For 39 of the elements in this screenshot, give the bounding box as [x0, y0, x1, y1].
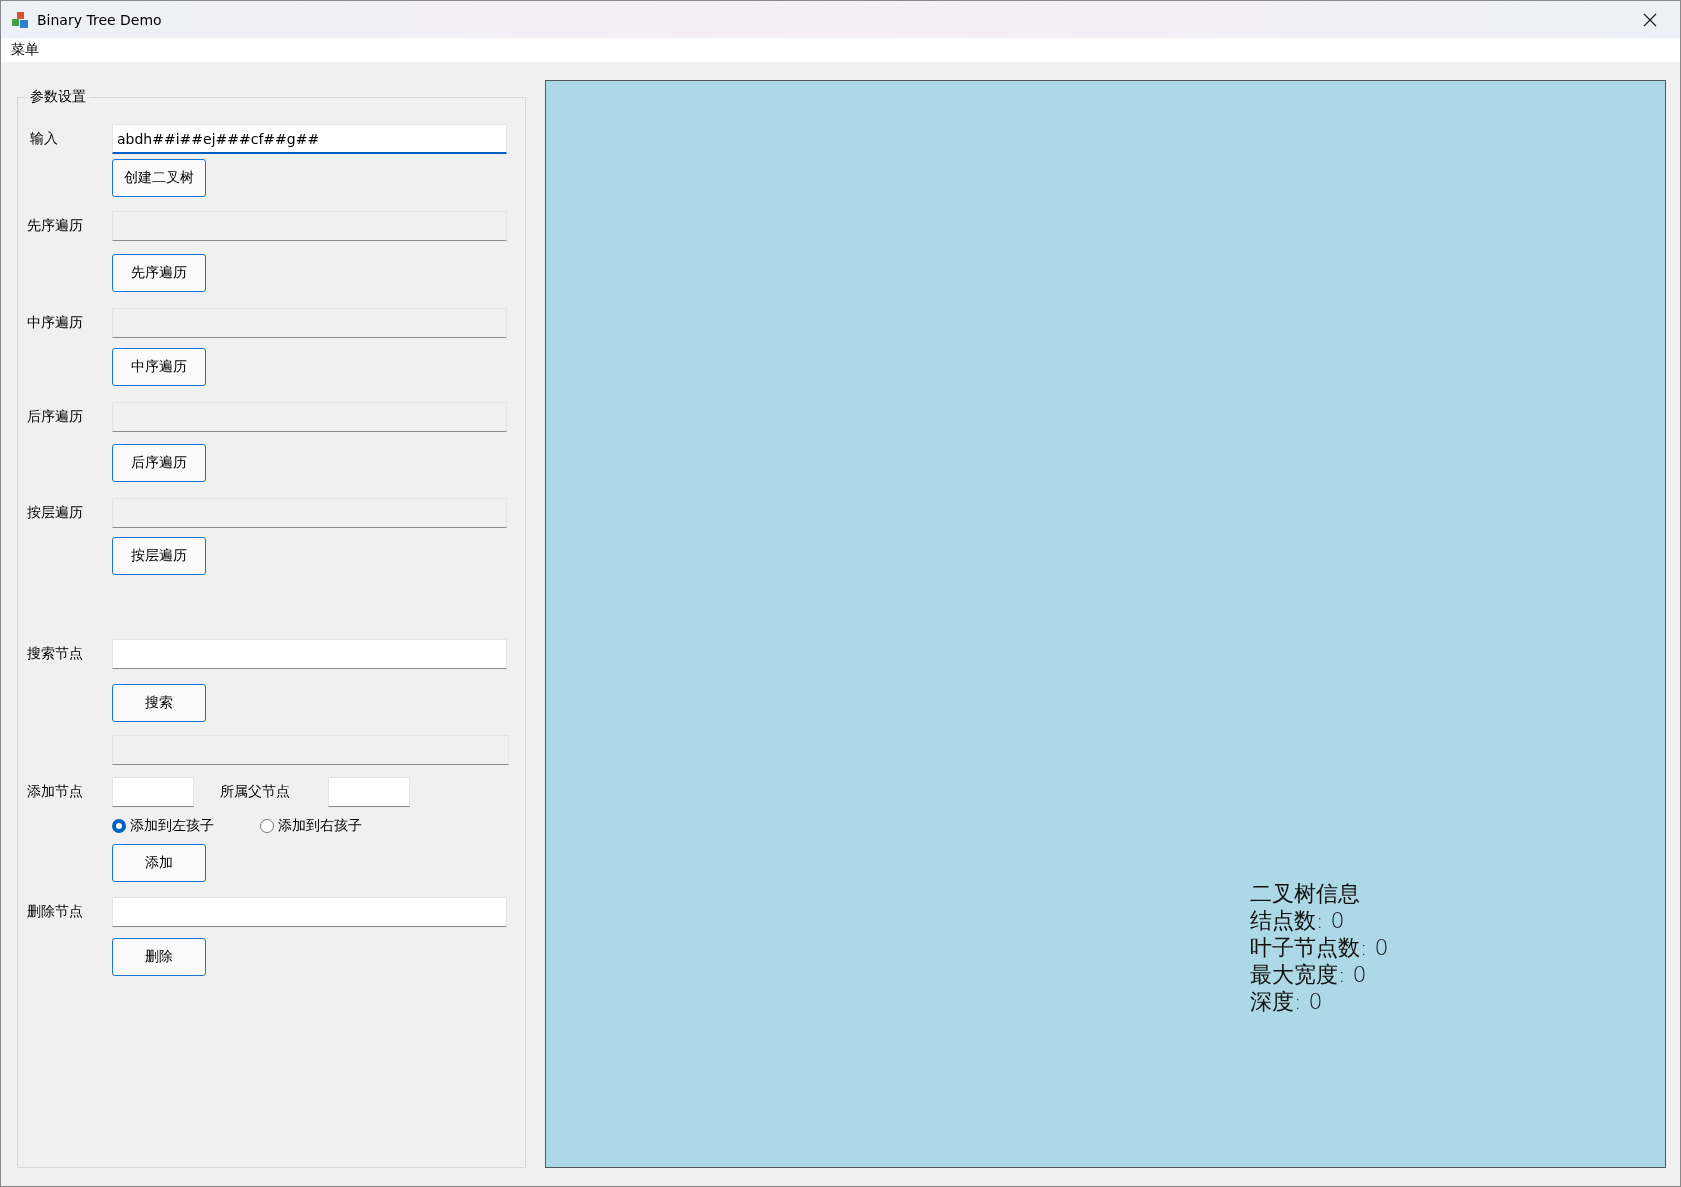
field-label: 添加节点 — [27, 783, 84, 801]
search-field[interactable] — [112, 639, 507, 669]
field-label: 后序遍历 — [27, 408, 84, 426]
field-label: 所属父节点 — [220, 783, 291, 801]
output-field[interactable] — [112, 498, 507, 528]
search-result-field[interactable] — [112, 735, 509, 765]
add-button[interactable]: 添加 — [112, 844, 206, 882]
info-title: 二叉树信息 — [1250, 880, 1361, 907]
traversal-button[interactable]: 按层遍历 — [112, 537, 206, 575]
output-field[interactable] — [112, 211, 507, 241]
info-line: 结点数: 0 — [1250, 907, 1346, 934]
info-line: 最大宽度: 0 — [1250, 961, 1368, 988]
field-label: 删除节点 — [27, 903, 84, 921]
info-line: 深度: 0 — [1250, 988, 1324, 1015]
output-field[interactable] — [112, 308, 507, 338]
node-value-field[interactable] — [112, 777, 194, 807]
menu-item[interactable]: 菜单 — [9, 41, 41, 59]
delete-button[interactable]: 删除 — [112, 938, 206, 976]
close-icon — [1643, 12, 1657, 27]
info-line: 叶子节点数: 0 — [1250, 934, 1389, 961]
traversal-button[interactable]: 后序遍历 — [112, 444, 206, 482]
field-label: 中序遍历 — [27, 314, 84, 332]
input-field[interactable]: abdh##i##ej###cf##g## — [112, 124, 507, 154]
parent-node-field[interactable] — [328, 777, 410, 807]
delete-field[interactable] — [112, 897, 507, 927]
field-label: 搜索节点 — [27, 645, 84, 663]
app-cubes-icon — [11, 10, 29, 29]
create-tree-button[interactable]: 创建二叉树 — [112, 159, 206, 197]
field-label: 按层遍历 — [27, 504, 84, 522]
output-field[interactable] — [112, 402, 507, 432]
traversal-button[interactable]: 中序遍历 — [112, 348, 206, 386]
field-label: 输入 — [29, 130, 59, 148]
window-title: Binary Tree Demo — [37, 11, 163, 28]
field-label: 先序遍历 — [27, 217, 84, 235]
traversal-button[interactable]: 先序遍历 — [112, 254, 206, 292]
radio-option[interactable]: 添加到左孩子 — [112, 817, 214, 835]
radio-option[interactable]: 添加到右孩子 — [260, 817, 362, 835]
group-title: 参数设置 — [29, 88, 87, 106]
search-button[interactable]: 搜索 — [112, 684, 206, 722]
